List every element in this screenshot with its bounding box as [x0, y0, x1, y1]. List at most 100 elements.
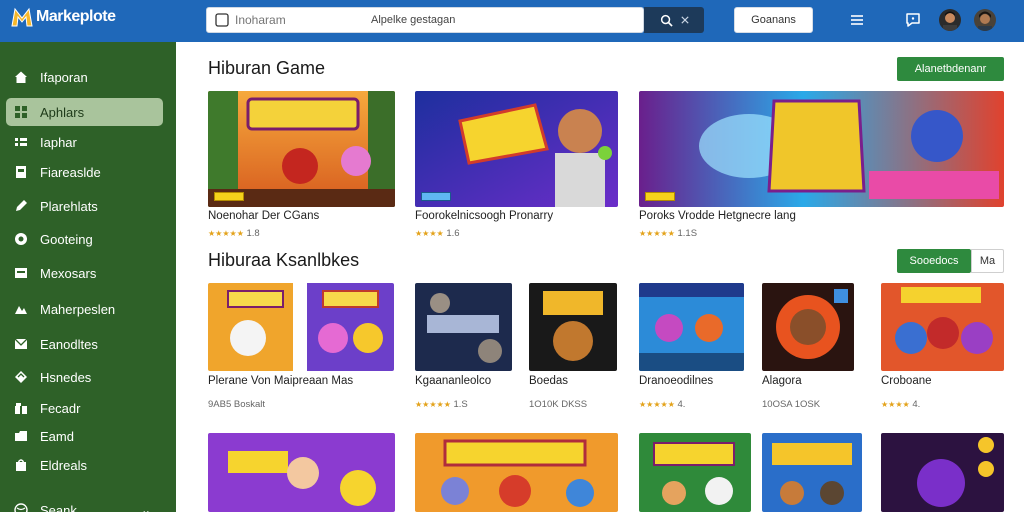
sidebar-item-bag[interactable]: Eldreals: [6, 451, 163, 479]
game-thumbnail[interactable]: [415, 283, 512, 371]
game-card[interactable]: [639, 433, 751, 512]
sidebar-item-label: Mexosars: [40, 265, 97, 281]
logo-text: Markeplote: [36, 8, 116, 25]
game-card[interactable]: [881, 433, 1004, 512]
game-title[interactable]: Boedas: [529, 375, 568, 387]
avatar[interactable]: [939, 9, 961, 31]
main-content: Hiburan Game Alanetbdenanr Noenohar Der …: [176, 42, 1024, 512]
game-thumbnail[interactable]: [415, 91, 618, 207]
game-card[interactable]: Alagora 10OSA 1OSK: [762, 283, 854, 413]
header-action-button[interactable]: Goanans: [734, 7, 813, 33]
list-icon: [15, 138, 27, 146]
game-card[interactable]: [415, 433, 618, 512]
sidebar-item-folder[interactable]: Eamd: [6, 422, 163, 450]
game-card[interactable]: [762, 433, 862, 512]
avatar-secondary[interactable]: [974, 9, 996, 31]
section-action-button[interactable]: Sooedocs: [897, 249, 971, 273]
folder-icon: [15, 431, 27, 441]
game-thumbnail[interactable]: [881, 283, 1004, 371]
game-meta: 9AB5 Boskalt: [208, 399, 265, 410]
game-thumbnail[interactable]: [415, 433, 618, 512]
game-meta: ★★★★★ 1.S: [415, 399, 468, 410]
sidebar-item-pen[interactable]: Plarehlats: [6, 192, 163, 220]
game-title[interactable]: Kgaananleolco: [415, 375, 491, 387]
game-card[interactable]: [208, 433, 395, 512]
sidebar-item-label: Hsnedes: [40, 369, 92, 385]
sidebar-item-gift[interactable]: Fecadr: [6, 394, 163, 422]
game-rating: ★★★★★ 1.8: [208, 228, 260, 239]
game-card[interactable]: Noenohar Der CGans ★★★★★ 1.8: [208, 91, 395, 241]
sidebar-item-people[interactable]: Maherpeslen: [6, 295, 163, 323]
sidebar-item-label: Eanodltes: [40, 336, 98, 352]
game-thumbnail[interactable]: [208, 283, 394, 371]
game-meta: ★★★★ 4.: [881, 399, 920, 410]
app-logo[interactable]: Markeplote: [10, 6, 116, 28]
sidebar: Ifaporan Aphlars Iaphar Fiareaslde Plare…: [0, 42, 176, 518]
sidebar-item-label: Iaphar: [40, 134, 77, 150]
search-input[interactable]: [235, 13, 335, 27]
game-thumbnail[interactable]: [639, 283, 744, 371]
game-card[interactable]: Dranoeodilnes ★★★★★ 4.: [639, 283, 744, 413]
sidebar-item-label: Plarehlats: [40, 198, 98, 214]
game-title[interactable]: Alagora: [762, 375, 802, 387]
sidebar-item-list[interactable]: Iaphar: [6, 128, 163, 156]
game-thumbnail[interactable]: [529, 283, 617, 371]
menu-icon[interactable]: [848, 11, 866, 29]
bookmark-icon: [15, 371, 27, 383]
section-title: Hiburan Game: [208, 58, 326, 78]
game-thumbnail[interactable]: [762, 283, 854, 371]
game-thumbnail[interactable]: [208, 91, 395, 207]
clear-icon[interactable]: [680, 16, 689, 24]
game-rating: ★★★★ 1.6: [415, 228, 460, 239]
sidebar-item-store[interactable]: Fiareaslde: [6, 158, 163, 186]
settings-icon: [15, 233, 27, 245]
apps-icon: [15, 106, 27, 118]
sidebar-item-apps[interactable]: Aphlars: [6, 98, 163, 126]
search-button[interactable]: [644, 7, 704, 33]
sidebar-item-bookmark[interactable]: Hsnedes: [6, 363, 163, 391]
game-meta: ★★★★★ 4.: [639, 399, 685, 410]
game-thumbnail[interactable]: [639, 433, 751, 512]
download-count: 9AB5 Boskalt: [208, 399, 266, 410]
sidebar-item-window[interactable]: Mexosars: [6, 259, 163, 287]
gift-icon: [15, 403, 27, 414]
game-card[interactable]: Kgaananleolco ★★★★★ 1.S: [415, 283, 512, 413]
sidebar-item-label: Ifaporan: [40, 69, 88, 85]
game-meta: 10OSA 1OSK: [762, 399, 820, 410]
sidebar-item-label: Gooteing: [40, 231, 93, 247]
game-card[interactable]: Poroks Vrodde Hetgnecre lang ★★★★★ 1.1S: [639, 91, 1004, 241]
game-title[interactable]: Noenohar Der CGans: [208, 210, 319, 222]
bag-icon: [16, 459, 26, 471]
sidebar-item-label: Maherpeslen: [40, 301, 116, 317]
game-thumbnail[interactable]: [762, 433, 862, 512]
rating-value: 4.: [912, 399, 921, 410]
game-thumbnail[interactable]: [639, 91, 1004, 207]
sidebar-item-globe[interactable]: Seank ⌄: [6, 496, 163, 524]
game-card[interactable]: Boedas 1O10K DKSS: [529, 283, 617, 413]
sidebar-item-settings[interactable]: Gooteing: [6, 225, 163, 253]
more-button[interactable]: Ma: [971, 249, 1004, 273]
rating-value: 4.: [677, 399, 686, 410]
sidebar-item-mail[interactable]: Eanodltes: [6, 330, 163, 358]
sidebar-item-label: Eldreals: [40, 457, 87, 473]
rating-stars: ★★★★: [415, 229, 444, 238]
game-title[interactable]: Poroks Vrodde Hetgnecre lang: [639, 210, 796, 222]
game-card[interactable]: Foorokelnicsoogh Pronarry ★★★★ 1.6: [415, 91, 618, 241]
game-title[interactable]: Croboane: [881, 375, 932, 387]
search-icon: [215, 13, 229, 27]
game-thumbnail[interactable]: [881, 433, 1004, 512]
game-thumbnail[interactable]: [208, 433, 395, 512]
game-title[interactable]: Foorokelnicsoogh Pronarry: [415, 210, 553, 222]
section-action-button[interactable]: Alanetbdenanr: [897, 57, 1004, 81]
game-title[interactable]: Plerane Von Maipreaan Mas: [208, 375, 353, 387]
game-rating: ★★★★★ 1.1S: [639, 228, 697, 239]
game-title[interactable]: Dranoeodilnes: [639, 375, 713, 387]
chevron-down-icon[interactable]: ⌄: [141, 503, 151, 517]
chat-icon[interactable]: [904, 11, 922, 29]
game-card[interactable]: Croboane ★★★★ 4.: [881, 283, 1004, 413]
game-card[interactable]: Plerane Von Maipreaan Mas 9AB5 Boskalt: [208, 283, 394, 413]
rating-stars: ★★★★★: [208, 229, 244, 238]
search-bar[interactable]: Alpelke gestagan: [206, 7, 644, 33]
sidebar-item-home[interactable]: Ifaporan: [6, 63, 163, 91]
globe-icon: [14, 503, 28, 517]
